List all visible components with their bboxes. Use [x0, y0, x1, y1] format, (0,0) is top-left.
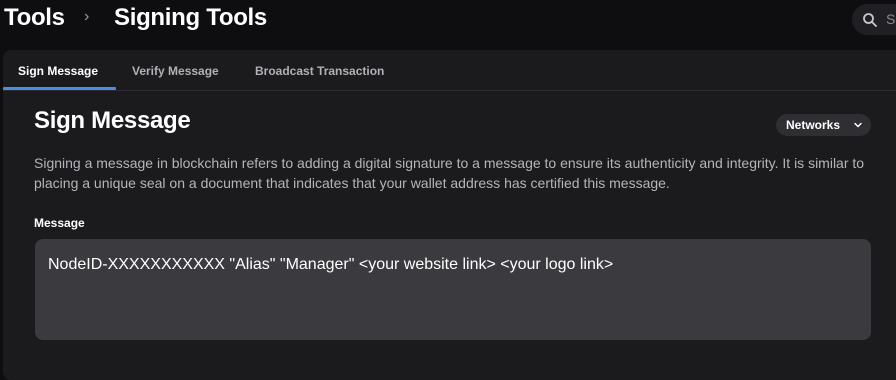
- search-placeholder: S: [886, 11, 896, 27]
- message-label: Message: [34, 216, 85, 230]
- networks-dropdown[interactable]: Networks: [776, 114, 871, 136]
- search-icon: [863, 13, 877, 27]
- active-tab-indicator: [3, 87, 116, 90]
- chevron-down-icon: [854, 122, 862, 128]
- section-title: Sign Message: [34, 107, 191, 134]
- search-input[interactable]: S: [852, 4, 896, 35]
- top-bar: Tools › Signing Tools S: [0, 0, 896, 40]
- breadcrumb-separator-icon: ›: [84, 8, 90, 25]
- message-input[interactable]: NodeID-XXXXXXXXXXX "Alias" "Manager" <yo…: [35, 239, 871, 340]
- page-title: Signing Tools: [114, 4, 267, 31]
- tab-bar: Sign Message Verify Message Broadcast Tr…: [3, 50, 896, 91]
- signing-panel: Sign Message Verify Message Broadcast Tr…: [3, 50, 896, 380]
- networks-label: Networks: [786, 118, 841, 132]
- breadcrumb-root[interactable]: Tools: [4, 4, 65, 32]
- tab-broadcast-transaction[interactable]: Broadcast Transaction: [255, 64, 384, 78]
- tab-sign-message[interactable]: Sign Message: [18, 64, 98, 78]
- tab-verify-message[interactable]: Verify Message: [132, 64, 219, 78]
- description-text: Signing a message in blockchain refers t…: [34, 155, 865, 191]
